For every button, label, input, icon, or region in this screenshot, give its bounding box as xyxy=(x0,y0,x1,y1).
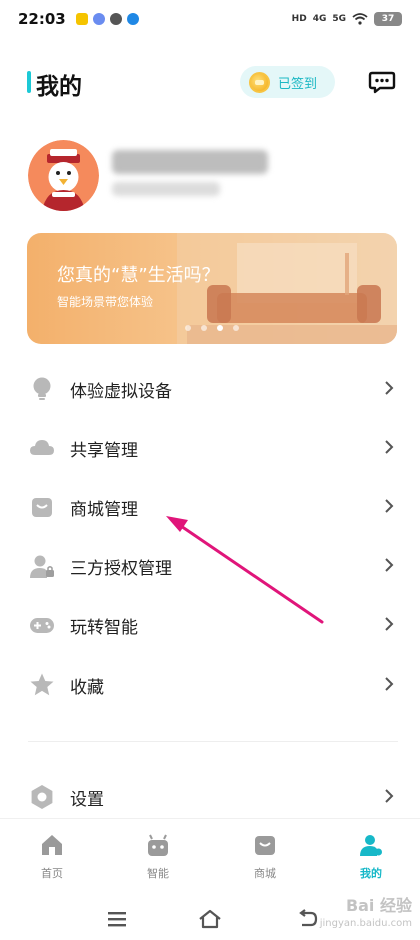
chevron-right-icon xyxy=(385,617,394,631)
shopping-bag-icon xyxy=(32,498,52,517)
wifi-icon xyxy=(352,13,368,25)
checkin-label: 已签到 xyxy=(278,76,318,92)
menu-item-virtual-devices[interactable]: 体验虚拟设备 xyxy=(0,359,420,417)
lightbulb-icon xyxy=(33,377,51,400)
nav-home[interactable]: 首页 xyxy=(17,833,87,885)
5g-signal: 5G xyxy=(332,14,346,24)
menu-item-store-management[interactable]: 商城管理 xyxy=(0,477,420,535)
baidu-watermark: Bai 经验 jingyan.baidu.com xyxy=(300,897,412,933)
menu-item-favorites[interactable]: 收藏 xyxy=(0,655,420,713)
nav-label: 商城 xyxy=(254,867,276,880)
coin-icon xyxy=(249,71,270,93)
menu-label: 商城管理 xyxy=(70,500,138,520)
checkin-button[interactable]: 已签到 xyxy=(240,66,335,98)
chevron-right-icon xyxy=(385,499,394,513)
status-app-icons xyxy=(75,13,139,25)
notification-app-icon xyxy=(75,13,88,25)
user-icon xyxy=(360,835,382,856)
title-accent-bar xyxy=(27,71,31,93)
4g-signal: 4G xyxy=(312,14,327,24)
account-info-blurred xyxy=(112,182,220,196)
chevron-right-icon xyxy=(385,558,394,572)
chevron-right-icon xyxy=(385,381,394,395)
nav-label-active: 我的 xyxy=(360,867,382,880)
promo-banner[interactable]: 您真的“慧”生活吗？ 智能场景带您体验 xyxy=(27,233,397,344)
hexagon-settings-icon xyxy=(31,785,53,809)
nav-mine[interactable]: 我的 xyxy=(336,833,406,885)
star-icon xyxy=(30,673,54,696)
menu-label: 玩转智能 xyxy=(70,618,138,638)
username-blurred xyxy=(112,150,268,174)
carousel-dot[interactable] xyxy=(201,325,207,331)
carousel-dots[interactable] xyxy=(185,325,239,331)
chevron-right-icon xyxy=(385,789,394,803)
banner-subtitle: 智能场景带您体验 xyxy=(57,295,154,309)
menu-label: 设置 xyxy=(70,790,104,810)
menu-label: 共享管理 xyxy=(70,441,138,461)
nav-label: 首页 xyxy=(41,867,63,880)
menu-label: 体验虚拟设备 xyxy=(70,382,172,402)
nav-store[interactable]: 商城 xyxy=(230,833,300,885)
bottom-nav: 首页 智能 商城 我的 xyxy=(0,818,420,888)
menu-label: 三方授权管理 xyxy=(70,559,172,579)
message-icon[interactable] xyxy=(368,68,396,96)
status-bar: 22:03 HD 4G 5G 37 xyxy=(0,0,420,38)
carousel-dot[interactable] xyxy=(185,325,191,331)
menu-item-settings[interactable]: 设置 xyxy=(0,767,420,825)
hd-indicator: HD xyxy=(291,14,307,24)
section-divider xyxy=(28,741,398,742)
menu-item-third-party-auth[interactable]: 三方授权管理 xyxy=(0,536,420,594)
carousel-dot[interactable] xyxy=(233,325,239,331)
banner-title: 您真的“慧”生活吗？ xyxy=(57,265,220,286)
page-title: 我的 xyxy=(36,74,82,100)
battery-indicator: 37 xyxy=(374,12,402,26)
shop-bag-icon xyxy=(255,836,275,855)
gamepad-icon xyxy=(30,618,54,633)
home-nav-icon[interactable] xyxy=(198,908,222,930)
status-time: 22:03 xyxy=(18,10,66,28)
carousel-dot-active[interactable] xyxy=(217,325,223,331)
user-auth-icon xyxy=(30,555,54,578)
chevron-right-icon xyxy=(385,440,394,454)
penguin-avatar-icon xyxy=(28,140,99,211)
chevron-right-icon xyxy=(385,677,394,691)
nav-label: 智能 xyxy=(147,867,169,880)
watermark-brand: Bai 经验 xyxy=(345,896,412,915)
robot-icon xyxy=(148,834,168,856)
avatar[interactable] xyxy=(28,140,99,211)
notification-circle-icon xyxy=(126,13,139,25)
notification-compass-icon xyxy=(109,13,122,25)
nav-smart[interactable]: 智能 xyxy=(123,833,193,885)
menu-item-smart-play[interactable]: 玩转智能 xyxy=(0,595,420,653)
cloud-icon xyxy=(30,440,54,455)
menu-item-share-management[interactable]: 共享管理 xyxy=(0,418,420,476)
home-icon xyxy=(42,835,62,855)
notification-bot-icon xyxy=(92,13,105,25)
page-header: 我的 已签到 xyxy=(0,55,420,109)
menu-icon[interactable] xyxy=(106,908,130,930)
status-indicators: HD 4G 5G 37 xyxy=(292,12,402,26)
menu-label: 收藏 xyxy=(70,678,104,698)
watermark-sub: jingyan.baidu.com xyxy=(319,918,412,929)
